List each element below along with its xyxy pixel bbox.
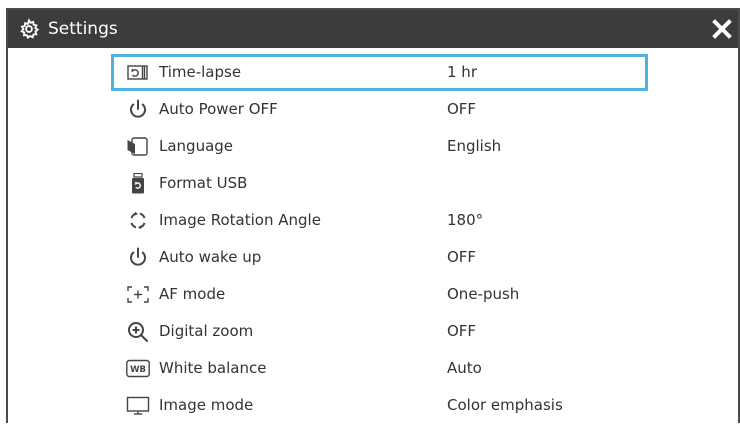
gear-icon xyxy=(18,18,40,40)
white-balance-icon: WB xyxy=(126,358,150,379)
setting-row-time-lapse[interactable]: Time-lapse 1 hr xyxy=(111,54,648,91)
power-icon xyxy=(126,247,150,268)
setting-label: Auto Power OFF xyxy=(159,100,278,118)
setting-label: Language xyxy=(159,137,234,155)
af-mode-icon xyxy=(126,284,150,305)
language-icon xyxy=(126,136,150,157)
setting-label: Auto wake up xyxy=(159,248,262,266)
setting-value: Auto xyxy=(447,359,482,377)
setting-row-language[interactable]: Language English xyxy=(111,128,648,165)
settings-window: Settings Time-lapse 1 hr Auto Power OFF … xyxy=(6,8,740,423)
usb-format-icon xyxy=(126,173,150,194)
setting-row-image-rotation-angle[interactable]: Image Rotation Angle 180° xyxy=(111,202,648,239)
title-bar: Settings xyxy=(8,10,738,48)
setting-value: Color emphasis xyxy=(447,396,563,414)
setting-label: AF mode xyxy=(159,285,226,303)
setting-value: 180° xyxy=(447,211,484,229)
setting-value: OFF xyxy=(447,248,477,266)
window-title: Settings xyxy=(48,19,118,39)
setting-value: OFF xyxy=(447,100,477,118)
close-button[interactable] xyxy=(712,19,732,39)
zoom-icon xyxy=(126,321,150,342)
setting-label: White balance xyxy=(159,359,267,377)
setting-label: Digital zoom xyxy=(159,322,254,340)
setting-row-format-usb[interactable]: Format USB xyxy=(111,165,648,202)
setting-row-white-balance[interactable]: WB White balance Auto xyxy=(111,350,648,387)
setting-value: 1 hr xyxy=(447,63,477,81)
monitor-icon xyxy=(126,395,150,416)
time-lapse-icon xyxy=(126,62,150,83)
setting-label: Image Rotation Angle xyxy=(159,211,321,229)
close-icon xyxy=(712,19,732,39)
setting-row-auto-power-off[interactable]: Auto Power OFF OFF xyxy=(111,91,648,128)
setting-label: Time-lapse xyxy=(159,63,242,81)
setting-value: OFF xyxy=(447,322,477,340)
setting-row-digital-zoom[interactable]: Digital zoom OFF xyxy=(111,313,648,350)
setting-label: Format USB xyxy=(159,174,248,192)
setting-label: Image mode xyxy=(159,396,254,414)
svg-text:WB: WB xyxy=(130,365,146,375)
setting-row-af-mode[interactable]: AF mode One-push xyxy=(111,276,648,313)
setting-value: English xyxy=(447,137,502,155)
setting-value: One-push xyxy=(447,285,520,303)
rotation-icon xyxy=(126,210,150,231)
setting-row-image-mode[interactable]: Image mode Color emphasis xyxy=(111,387,648,424)
power-icon xyxy=(126,99,150,120)
setting-row-auto-wake-up[interactable]: Auto wake up OFF xyxy=(111,239,648,276)
